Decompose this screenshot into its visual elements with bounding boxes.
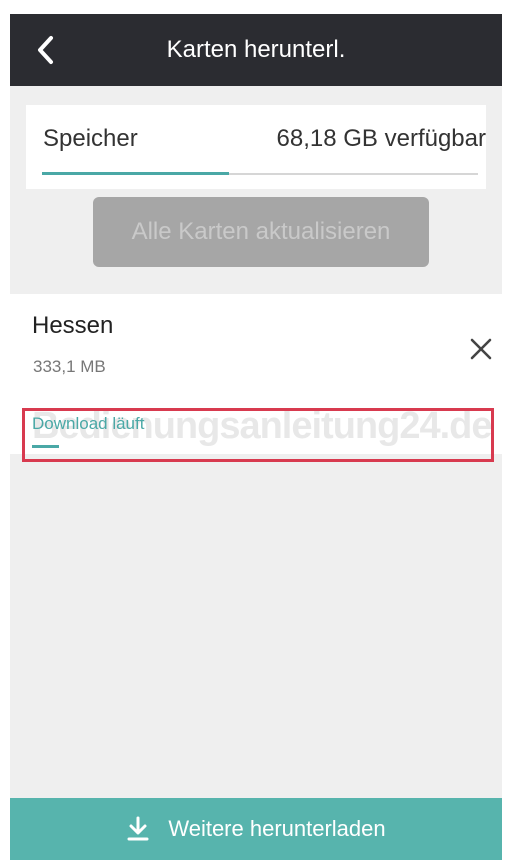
download-more-button[interactable]: Weitere herunterladen	[10, 798, 502, 860]
page-title: Karten herunterl.	[166, 36, 346, 63]
header-bar: Karten herunterl.	[10, 14, 502, 86]
download-more-label: Weitere herunterladen	[168, 816, 386, 841]
download-list-item: Hessen 333,1 MB Bedienungsanleitung24.de…	[10, 294, 502, 462]
storage-card: Speicher 68,18 GB verfügbar	[26, 105, 486, 189]
update-all-maps-button[interactable]: Alle Karten aktualisieren	[93, 197, 429, 267]
region-name: Hessen	[32, 312, 114, 339]
storage-available-value: 68,18 GB verfügbar	[276, 125, 486, 152]
storage-usage-fill	[42, 172, 230, 175]
download-icon	[126, 815, 150, 843]
close-icon	[470, 338, 492, 360]
cancel-download-button[interactable]	[464, 332, 498, 366]
highlight-box	[22, 408, 494, 462]
app-screen: Karten herunterl. Speicher 68,18 GB verf…	[10, 14, 502, 860]
region-size: 333,1 MB	[33, 357, 106, 376]
storage-usage-bar	[42, 172, 478, 175]
storage-label: Speicher	[43, 125, 138, 152]
